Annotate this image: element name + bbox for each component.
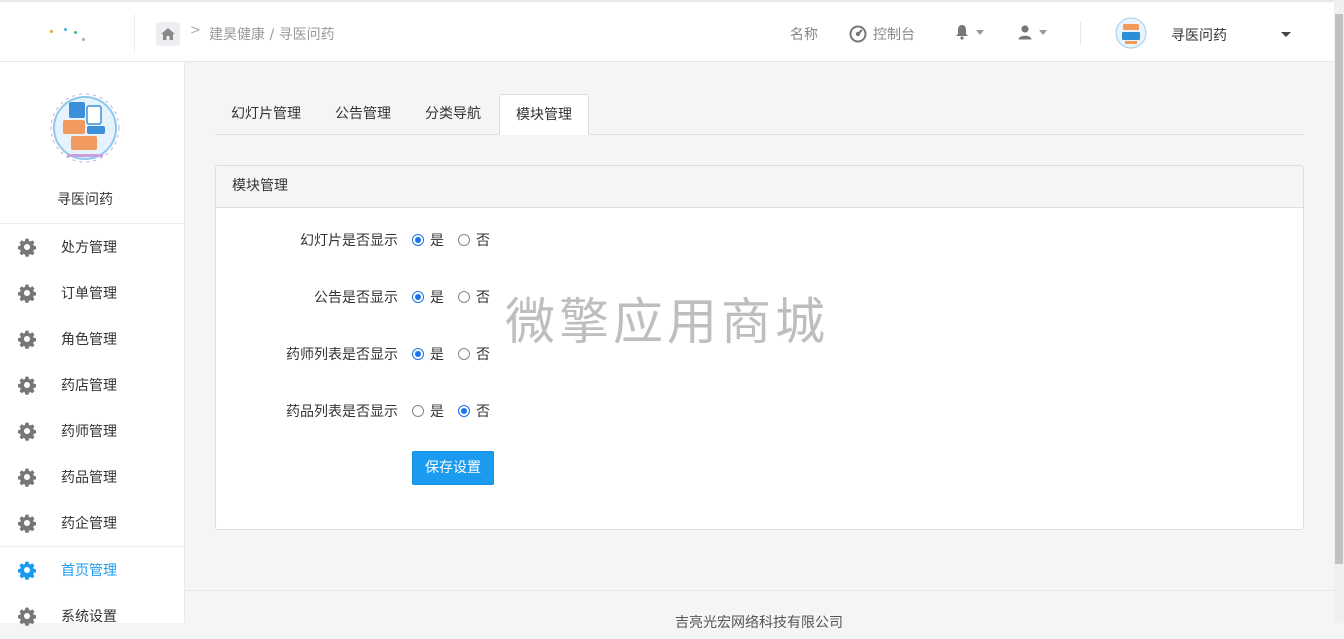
app-logo <box>49 92 121 164</box>
radio-no-label[interactable]: 否 <box>476 287 490 307</box>
sidebar-item-pharmacies[interactable]: 药店管理 <box>0 362 184 408</box>
chevron-down-icon <box>976 29 984 35</box>
gear-icon <box>18 561 36 580</box>
radio-yes-label[interactable]: 是 <box>430 287 444 307</box>
radio-group: 是 否 <box>412 230 490 250</box>
field-label: 幻灯片是否显示 <box>300 233 398 249</box>
sidebar-item-orders[interactable]: 订单管理 <box>0 270 184 316</box>
tab-slides[interactable]: 幻灯片管理 <box>215 94 317 134</box>
gear-icon <box>18 376 36 395</box>
sidebar-item-roles[interactable]: 角色管理 <box>0 316 184 362</box>
sidebar-item-label: 药企管理 <box>61 516 117 532</box>
notification-dropdown[interactable] <box>954 24 984 40</box>
sidebar: 寻医问药 处方管理 订单管理 角色管理 药店管理 药师管理 药品管理 药企管理 <box>0 62 185 626</box>
radio-no[interactable] <box>458 291 470 303</box>
settings-panel: 模块管理 幻灯片是否显示 是 否 公告是否显示 是 否 药师列表是否显示 是 否… <box>215 165 1304 530</box>
radio-group: 是 否 <box>412 344 490 364</box>
gear-icon <box>18 422 36 441</box>
gear-icon <box>18 238 36 257</box>
radio-yes-label[interactable]: 是 <box>430 401 444 421</box>
home-button[interactable] <box>156 22 180 46</box>
user-name[interactable]: 寻医问药 <box>1171 25 1227 45</box>
header-divider <box>1080 22 1081 44</box>
radio-yes-label[interactable]: 是 <box>430 344 444 364</box>
radio-yes[interactable] <box>412 405 424 417</box>
tab-announcements[interactable]: 公告管理 <box>319 94 407 134</box>
radio-no[interactable] <box>458 405 470 417</box>
sidebar-item-drugs[interactable]: 药品管理 <box>0 454 184 500</box>
header-divider <box>134 14 135 54</box>
footer-divider <box>185 590 1334 591</box>
sidebar-item-homepage[interactable]: 首页管理 <box>0 546 184 593</box>
radio-no-label[interactable]: 否 <box>476 230 490 250</box>
sidebar-title: 寻医问药 <box>57 192 113 208</box>
name-label: 名称 <box>790 27 818 43</box>
chevron-down-icon <box>1039 29 1047 35</box>
sidebar-menu: 处方管理 订单管理 角色管理 药店管理 药师管理 药品管理 药企管理 首页管理 <box>0 223 184 639</box>
name-link[interactable]: 名称 <box>790 24 818 44</box>
field-label: 药品列表是否显示 <box>286 404 398 420</box>
breadcrumb: 建昊健康 / 寻医问药 <box>209 24 335 44</box>
radio-no[interactable] <box>458 348 470 360</box>
breadcrumb-parent[interactable]: 建昊健康 <box>209 27 265 43</box>
chevron-down-icon[interactable] <box>1281 32 1291 37</box>
top-bar: > 建昊健康 / 寻医问药 名称 控制台 寻医问药 <box>0 0 1334 62</box>
app-logo[interactable] <box>44 22 104 42</box>
sidebar-item-system-settings[interactable]: 系统设置 <box>0 593 184 639</box>
scrollbar-thumb[interactable] <box>1335 14 1343 564</box>
sidebar-item-label: 首页管理 <box>61 563 117 579</box>
gear-icon <box>18 607 36 626</box>
radio-yes[interactable] <box>412 291 424 303</box>
gear-icon <box>18 284 36 303</box>
chevron-right-icon: > <box>190 23 201 38</box>
sidebar-item-label: 药品管理 <box>61 470 117 486</box>
radio-yes[interactable] <box>412 348 424 360</box>
home-icon <box>161 28 175 40</box>
gear-icon <box>18 514 36 533</box>
scrollbar[interactable] <box>1334 0 1344 623</box>
footer-copyright: 吉亮光宏网络科技有限公司 <box>675 615 843 631</box>
console-label: 控制台 <box>873 27 915 43</box>
user-dropdown[interactable] <box>1017 24 1047 40</box>
sidebar-item-pharma-companies[interactable]: 药企管理 <box>0 500 184 546</box>
field-label: 公告是否显示 <box>314 290 398 306</box>
breadcrumb-separator: / <box>269 27 275 43</box>
sidebar-item-label: 角色管理 <box>61 332 117 348</box>
sidebar-item-label: 药店管理 <box>61 378 117 394</box>
main-content: 幻灯片管理 公告管理 分类导航 模块管理 模块管理 幻灯片是否显示 是 否 公告… <box>185 62 1334 623</box>
user-icon <box>1018 25 1032 40</box>
dashboard-icon <box>849 25 867 43</box>
radio-no-label[interactable]: 否 <box>476 344 490 364</box>
tab-bar: 幻灯片管理 公告管理 分类导航 模块管理 <box>215 94 1304 135</box>
gear-icon <box>18 468 36 487</box>
radio-yes-label[interactable]: 是 <box>430 230 444 250</box>
sidebar-item-prescription[interactable]: 处方管理 <box>0 224 184 270</box>
bell-icon <box>956 25 968 40</box>
tab-module-management[interactable]: 模块管理 <box>499 94 589 135</box>
sidebar-item-label: 订单管理 <box>61 286 117 302</box>
panel-title: 模块管理 <box>216 166 1303 208</box>
radio-yes[interactable] <box>412 234 424 246</box>
radio-no[interactable] <box>458 234 470 246</box>
tab-category-nav[interactable]: 分类导航 <box>409 94 497 134</box>
sidebar-item-label: 系统设置 <box>61 609 117 625</box>
radio-no-label[interactable]: 否 <box>476 401 490 421</box>
sidebar-item-pharmacists[interactable]: 药师管理 <box>0 408 184 454</box>
avatar[interactable] <box>1114 16 1148 50</box>
gear-icon <box>18 330 36 349</box>
radio-group: 是 否 <box>412 401 490 421</box>
sidebar-item-label: 药师管理 <box>61 424 117 440</box>
save-settings-button[interactable]: 保存设置 <box>412 451 494 485</box>
console-link[interactable]: 控制台 <box>849 24 915 44</box>
breadcrumb-current: 寻医问药 <box>278 27 335 43</box>
field-label: 药师列表是否显示 <box>286 347 398 363</box>
radio-group: 是 否 <box>412 287 490 307</box>
sidebar-item-label: 处方管理 <box>61 240 117 256</box>
